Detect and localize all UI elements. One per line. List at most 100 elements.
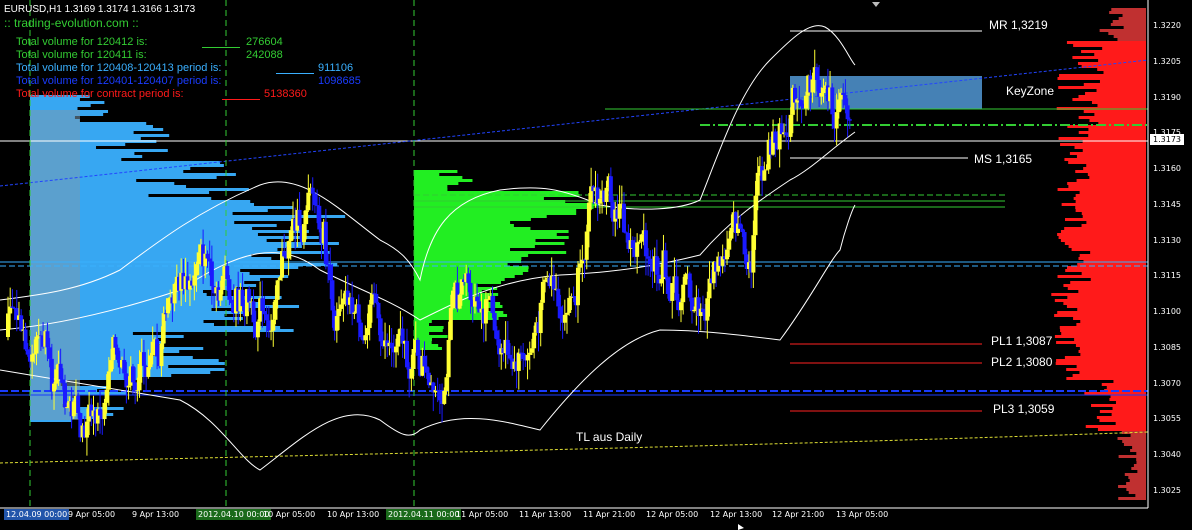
bear-candle (19, 315, 24, 331)
bear-candle (209, 261, 214, 287)
bull-candle (6, 313, 10, 337)
contract-volume-bar (1086, 164, 1146, 167)
contract-volume-bar (1056, 359, 1146, 362)
daily-volume-bar (414, 278, 505, 281)
bear-candle (700, 308, 705, 313)
contract-volume-bar (1068, 185, 1146, 188)
price-tick-label: 1.3130 (1153, 235, 1181, 245)
volume-row-week: Total volume for 120408-120413 period is… (16, 62, 353, 74)
bear-candle (76, 396, 81, 414)
bull-candle (755, 172, 760, 196)
bull-candle (635, 242, 640, 257)
contract-volume-bar (1078, 257, 1146, 260)
contract-volume-bar (1082, 215, 1146, 218)
daily-volume-bar (414, 332, 430, 335)
price-tick-label: 1.3145 (1153, 199, 1181, 209)
bull-candle (275, 280, 280, 300)
contract-volume-bar (1090, 251, 1146, 254)
volume-underline (202, 36, 240, 48)
contract-volume-bar (1057, 275, 1146, 278)
bull-candle (30, 354, 35, 362)
bull-candle (334, 316, 339, 331)
bear-candle (622, 203, 627, 233)
bull-candle (71, 401, 76, 417)
contract-volume-bar (1136, 458, 1146, 461)
contract-volume-bar (1071, 248, 1146, 251)
contract-volume-bar (1068, 245, 1146, 248)
bear-candle (227, 279, 232, 300)
bear-candle (240, 289, 245, 307)
contract-volume-bar (1097, 104, 1146, 107)
bull-candle (34, 336, 39, 354)
contract-volume-bar (1126, 488, 1146, 491)
contract-volume-bar (1055, 362, 1146, 365)
bull-candle (725, 249, 730, 260)
bull-candle (301, 224, 306, 243)
contract-volume-bar (1075, 194, 1146, 197)
bull-candle (442, 390, 447, 404)
contract-volume-bar (1135, 494, 1146, 497)
bull-candle (727, 238, 732, 250)
bear-candle (508, 354, 513, 359)
contract-volume-bar (1099, 410, 1146, 413)
bull-candle (584, 231, 589, 260)
bear-candle (23, 329, 28, 350)
contract-volume-bar (1123, 443, 1146, 446)
daily-volume-bar (414, 203, 601, 206)
bull-candle (753, 195, 758, 236)
contract-volume-bar (1118, 497, 1146, 500)
bear-candle (350, 297, 355, 314)
bear-candle (317, 205, 322, 230)
daily-volume-bar (414, 182, 459, 185)
level-label-pl1: PL1 1,3087 (991, 334, 1053, 348)
time-tick-label: 2012.04.11 00:00 (386, 509, 462, 520)
chart-area[interactable]: EURUSD,H1 1.3169 1.3174 1.3166 1.3173 ::… (0, 0, 1192, 530)
bear-candle (225, 265, 230, 280)
contract-volume-bar (1066, 377, 1146, 380)
bear-candle (799, 100, 804, 107)
bear-candle (468, 282, 473, 301)
contract-volume-bar (1074, 146, 1146, 149)
time-tick-label: 11 Apr 05:00 (456, 510, 509, 519)
bull-candle (637, 241, 642, 243)
bull-candle (269, 330, 274, 332)
bull-candle (565, 312, 570, 315)
bear-candle (262, 311, 267, 315)
contract-volume-bar (1111, 413, 1146, 416)
bull-candle (396, 334, 401, 347)
contract-volume-bar (1133, 464, 1146, 467)
time-tick-label: 9 Apr 13:00 (132, 510, 180, 519)
weekly-volume-bar (30, 104, 91, 107)
bear-candle (260, 298, 265, 312)
bull-candle (764, 169, 769, 171)
bear-candle (389, 342, 394, 349)
bull-candle (810, 79, 815, 93)
daily-volume-bar (414, 191, 579, 194)
bear-candle (45, 331, 50, 348)
contract-volume-bar (1115, 422, 1146, 425)
bear-candle (264, 314, 269, 321)
contract-volume-bar (1054, 314, 1146, 317)
bear-candle (130, 366, 135, 383)
level-label-keyzone: KeyZone (1006, 84, 1055, 98)
bear-candle (60, 379, 65, 384)
bear-candle (654, 256, 659, 275)
bear-candle (663, 250, 668, 278)
contract-volume-bar (1066, 305, 1146, 308)
price-tick-label: 1.3070 (1153, 378, 1181, 388)
contract-volume-bar (1101, 383, 1146, 386)
contract-volume-bar (1097, 68, 1146, 71)
price-tick-label: 1.3085 (1153, 342, 1181, 352)
bear-candle (689, 297, 694, 312)
bear-candle (124, 373, 129, 388)
price-tick-label: 1.3025 (1153, 486, 1181, 495)
contract-volume-bar (1075, 200, 1146, 203)
volume-row-label: Total volume for 120401-120407 period is… (16, 75, 222, 87)
contract-volume-bar (1131, 467, 1146, 470)
contract-volume-bar (1076, 365, 1146, 368)
contract-volume-bar (1130, 434, 1146, 437)
contract-volume-bar (1118, 17, 1146, 20)
bear-candle (845, 105, 850, 120)
bull-candle (102, 402, 107, 420)
contract-volume-bar (1102, 47, 1146, 50)
